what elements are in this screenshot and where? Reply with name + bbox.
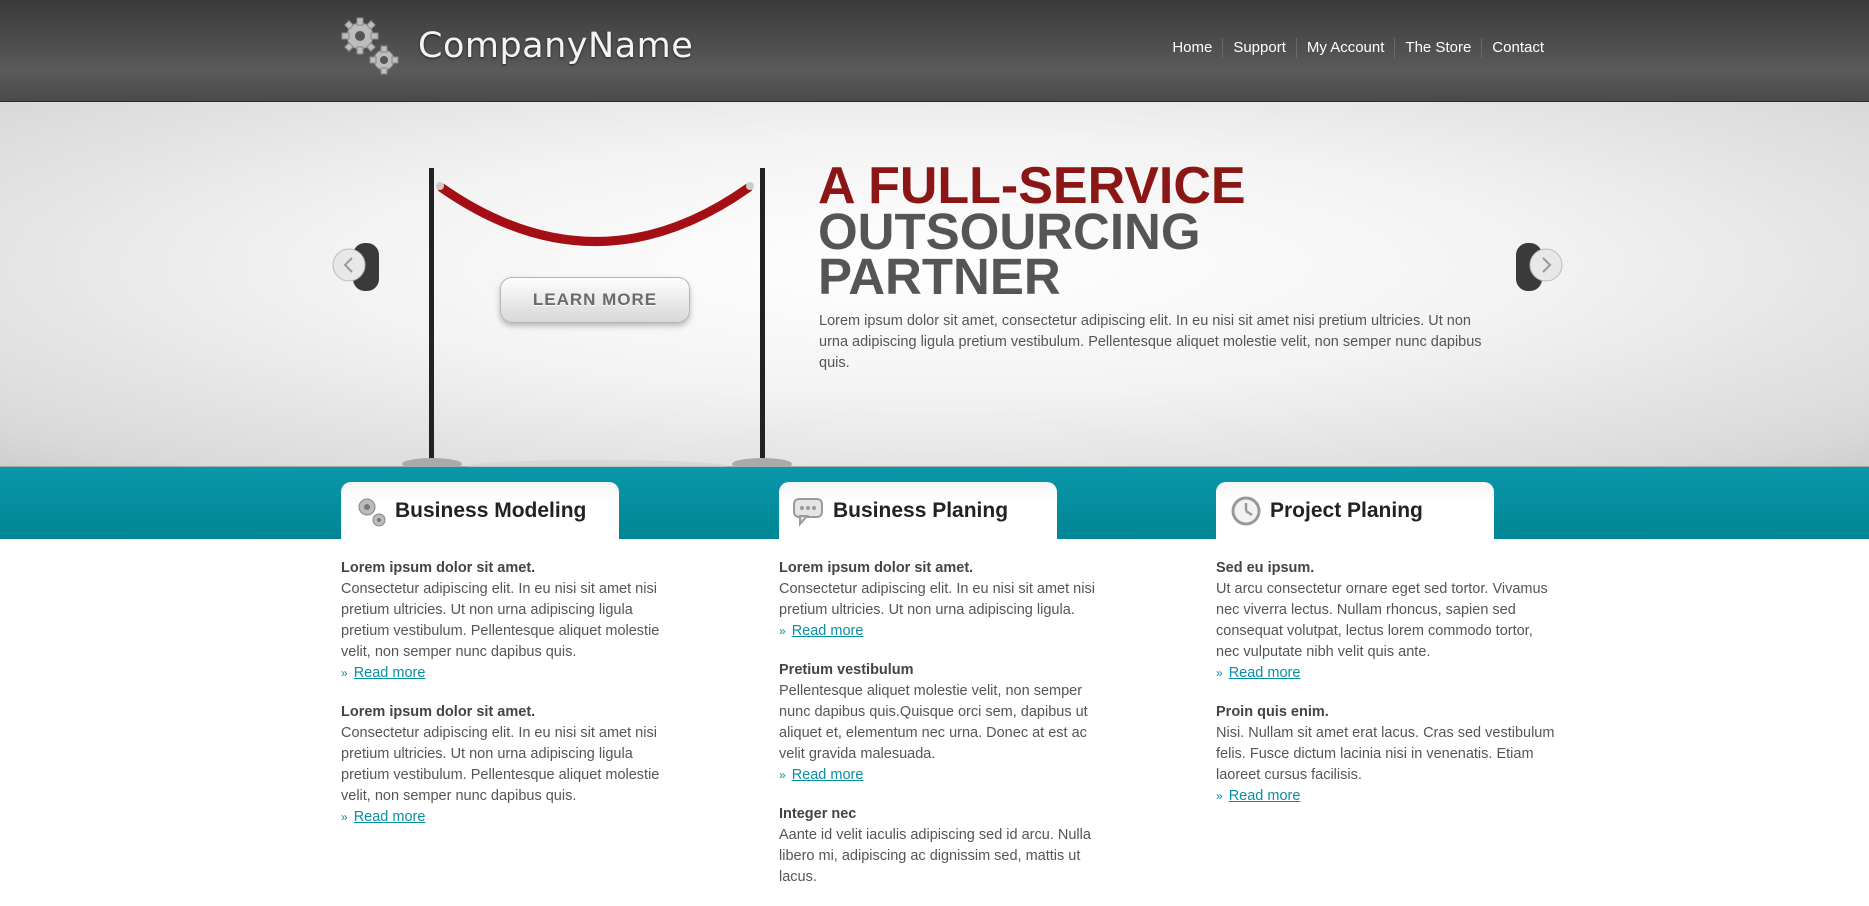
item-text: Pellentesque aliquet molestie velit, non…	[779, 683, 1088, 762]
learn-more-button[interactable]: LEARN MORE	[500, 277, 690, 323]
list-item: Integer nec Aante id velit iaculis adipi…	[779, 804, 1104, 888]
read-more-link[interactable]: Read more	[1229, 786, 1301, 807]
list-item: Sed eu ipsum. Ut arcu consectetur ornare…	[1216, 558, 1556, 684]
nav-home[interactable]: Home	[1162, 38, 1222, 58]
read-more-link[interactable]: Read more	[354, 663, 426, 684]
tab-business-planing[interactable]: Business Planing	[779, 482, 1057, 540]
item-title: Integer nec	[779, 806, 857, 822]
list-item: Lorem ipsum dolor sit amet. Consectetur …	[341, 558, 676, 684]
chevron-right-icon: »	[1216, 666, 1223, 680]
site-header: CompanyName Home Support My Account The …	[0, 0, 1869, 102]
nav-support[interactable]: Support	[1222, 38, 1296, 58]
chevron-right-icon: »	[341, 810, 348, 824]
chevron-right-icon: »	[779, 768, 786, 782]
slider-prev-arrow-icon[interactable]	[331, 241, 385, 293]
item-text: Consectetur adipiscing elit. In eu nisi …	[779, 581, 1095, 618]
item-title: Proin quis enim.	[1216, 704, 1329, 720]
tab-business-modeling[interactable]: Business Modeling	[341, 482, 619, 540]
list-item: Pretium vestibulum Pellentesque aliquet …	[779, 660, 1104, 786]
read-more-link[interactable]: Read more	[792, 621, 864, 642]
chevron-right-icon: »	[1216, 789, 1223, 803]
gears-logo-icon	[341, 17, 399, 75]
hero-description: Lorem ipsum dolor sit amet, consectetur …	[819, 313, 1482, 371]
tab-title: Project Planing	[1270, 499, 1423, 522]
slider-next-arrow-icon[interactable]	[1510, 241, 1564, 293]
read-more-link[interactable]: Read more	[792, 765, 864, 786]
item-title: Lorem ipsum dolor sit amet.	[779, 560, 974, 576]
nav-contact[interactable]: Contact	[1481, 38, 1554, 58]
logo[interactable]: CompanyName	[340, 14, 693, 78]
speech-bubble-icon	[793, 498, 823, 527]
headline-line-3: PARTNER	[818, 248, 1061, 305]
item-text: Consectetur adipiscing elit. In eu nisi …	[341, 581, 660, 660]
item-title: Sed eu ipsum.	[1216, 560, 1315, 576]
item-title: Lorem ipsum dolor sit amet.	[341, 560, 536, 576]
item-text: Ut arcu consectetur ornare eget sed tort…	[1216, 581, 1548, 660]
item-title: Pretium vestibulum	[779, 662, 914, 678]
list-item: Lorem ipsum dolor sit amet. Consectetur …	[341, 702, 676, 828]
chevron-right-icon: »	[779, 624, 786, 638]
hero-headline: A FULL-SERVICE OUTSOURCING PARTNER	[818, 160, 1246, 305]
item-text: Aante id velit iaculis adipiscing sed id…	[779, 827, 1091, 885]
tab-title: Business Modeling	[395, 499, 587, 522]
hero-banner: LEARN MORE A FULL-SERVICE OUTSOURCING PA…	[0, 102, 1869, 472]
tab-project-planing[interactable]: Project Planing	[1216, 482, 1494, 540]
gears-icon	[358, 498, 386, 527]
clock-icon	[1231, 496, 1261, 526]
column-business-planing: Lorem ipsum dolor sit amet. Consectetur …	[779, 558, 1104, 906]
nav-my-account[interactable]: My Account	[1295, 38, 1395, 58]
list-item: Proin quis enim. Nisi. Nullam sit amet e…	[1216, 702, 1556, 807]
company-name: CompanyName	[418, 26, 694, 66]
chevron-right-icon: »	[341, 666, 348, 680]
nav-the-store[interactable]: The Store	[1394, 38, 1481, 58]
item-title: Lorem ipsum dolor sit amet.	[341, 704, 536, 720]
read-more-link[interactable]: Read more	[1229, 663, 1301, 684]
tab-title: Business Planing	[833, 499, 1009, 522]
read-more-link[interactable]: Read more	[354, 807, 426, 828]
column-business-modeling: Lorem ipsum dolor sit amet. Consectetur …	[341, 558, 676, 846]
item-text: Nisi. Nullam sit amet erat lacus. Cras s…	[1216, 725, 1555, 783]
main-nav: Home Support My Account The Store Contac…	[1162, 38, 1554, 58]
column-project-planing: Sed eu ipsum. Ut arcu consectetur ornare…	[1216, 558, 1556, 825]
list-item: Lorem ipsum dolor sit amet. Consectetur …	[779, 558, 1104, 642]
item-text: Consectetur adipiscing elit. In eu nisi …	[341, 725, 660, 804]
